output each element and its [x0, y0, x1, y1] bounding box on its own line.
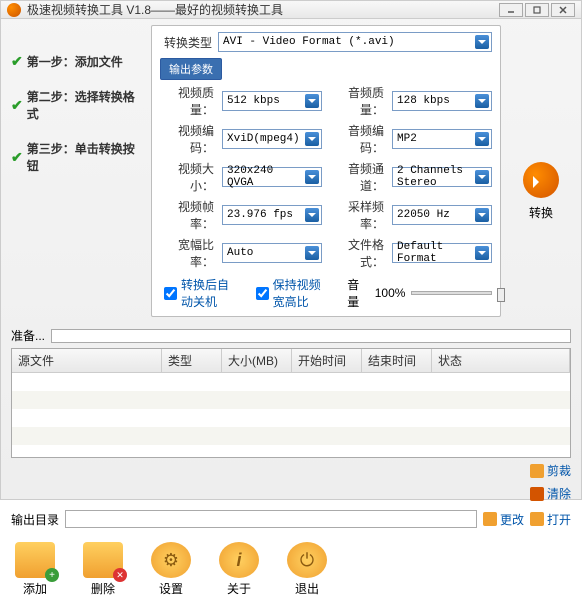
app-icon — [7, 3, 21, 17]
settings-button[interactable]: 设置 — [151, 542, 191, 597]
step-3: ✔第三步：单击转换按钮 — [11, 140, 141, 174]
volume-label: 音量 — [347, 276, 368, 310]
crop-button[interactable]: 剪裁 — [530, 462, 571, 479]
keep-ratio-checkbox[interactable]: 保持视频宽高比 — [256, 276, 330, 310]
shutdown-label: 转换后自动关机 — [181, 276, 238, 310]
keep-ratio-label: 保持视频宽高比 — [273, 276, 330, 310]
maximize-button[interactable] — [525, 3, 549, 17]
progress-bar — [51, 329, 571, 343]
sample-rate-dropdown[interactable]: 22050 Hz — [392, 205, 492, 225]
video-quality-label: 视频质量： — [160, 84, 214, 118]
file-table: 源文件 类型 大小(MB) 开始时间 结束时间 状态 — [11, 348, 571, 458]
check-icon: ✔ — [11, 53, 23, 70]
audio-channel-dropdown[interactable]: 2 Channels Stereo — [392, 167, 492, 187]
delete-button[interactable]: 删除 — [83, 542, 123, 597]
folder-icon — [483, 512, 497, 526]
change-dir-button[interactable]: 更改 — [483, 511, 524, 528]
shutdown-checkbox[interactable]: 转换后自动关机 — [164, 276, 238, 310]
file-format-dropdown[interactable]: Default Format — [392, 243, 492, 263]
col-start[interactable]: 开始时间 — [292, 349, 362, 372]
check-icon: ✔ — [11, 149, 23, 166]
add-button[interactable]: 添加 — [15, 542, 55, 597]
open-icon — [530, 512, 544, 526]
info-icon — [219, 542, 259, 578]
audio-channel-label: 音频通道： — [330, 160, 384, 194]
output-dir-field[interactable] — [65, 510, 477, 528]
aspect-label: 宽幅比率： — [160, 236, 214, 270]
delete-icon — [83, 542, 123, 578]
power-icon — [287, 542, 327, 578]
minimize-button[interactable] — [499, 3, 523, 17]
settings-panel: 转换类型 AVI - Video Format (*.avi) 输出参数 视频质… — [151, 25, 501, 317]
convert-icon[interactable] — [523, 162, 559, 198]
convert-label: 转换 — [529, 204, 553, 221]
col-end[interactable]: 结束时间 — [362, 349, 432, 372]
table-body[interactable] — [12, 373, 570, 458]
crop-icon — [530, 464, 544, 478]
output-label: 输出目录 — [11, 511, 59, 528]
convert-type-dropdown[interactable]: AVI - Video Format (*.avi) — [218, 32, 492, 52]
window-title: 极速视频转换工具 V1.8——最好的视频转换工具 — [27, 1, 499, 18]
volume-slider[interactable] — [411, 291, 492, 295]
video-codec-label: 视频编码： — [160, 122, 214, 156]
video-size-label: 视频大小： — [160, 160, 214, 194]
type-label: 转换类型 — [160, 34, 212, 51]
exit-button[interactable]: 退出 — [287, 542, 327, 597]
col-status[interactable]: 状态 — [432, 349, 570, 372]
aspect-dropdown[interactable]: Auto — [222, 243, 322, 263]
video-codec-dropdown[interactable]: XviD(mpeg4) — [222, 129, 322, 149]
step-2-label: 第二步：选择转换格式 — [27, 88, 141, 122]
app-window: 极速视频转换工具 V1.8——最好的视频转换工具 ✔第一步：添加文件 ✔第二步：… — [0, 0, 582, 500]
titlebar: 极速视频转换工具 V1.8——最好的视频转换工具 — [1, 1, 581, 19]
volume-value: 100% — [375, 286, 406, 300]
check-icon: ✔ — [11, 97, 23, 114]
sample-rate-label: 采样频率： — [330, 198, 384, 232]
window-controls — [499, 3, 575, 17]
about-button[interactable]: 关于 — [219, 542, 259, 597]
audio-codec-label: 音频编码： — [330, 122, 384, 156]
convert-section: 转换 — [511, 25, 571, 317]
col-size[interactable]: 大小(MB) — [222, 349, 292, 372]
content-area: ✔第一步：添加文件 ✔第二步：选择转换格式 ✔第三步：单击转换按钮 转换类型 A… — [1, 19, 581, 603]
video-size-dropdown[interactable]: 320x240 QVGA — [222, 167, 322, 187]
clear-icon — [530, 487, 544, 501]
step-1: ✔第一步：添加文件 — [11, 53, 141, 70]
bottom-toolbar: 添加 删除 设置 关于 退出 — [11, 536, 571, 597]
step-2: ✔第二步：选择转换格式 — [11, 88, 141, 122]
prepare-label: 准备... — [11, 327, 45, 344]
step-1-label: 第一步：添加文件 — [27, 53, 123, 70]
audio-quality-label: 音频质量： — [330, 84, 384, 118]
video-quality-dropdown[interactable]: 512 kbps — [222, 91, 322, 111]
file-format-label: 文件格式： — [330, 236, 384, 270]
tab-output-params[interactable]: 输出参数 — [160, 58, 222, 80]
col-source[interactable]: 源文件 — [12, 349, 162, 372]
video-fps-dropdown[interactable]: 23.976 fps — [222, 205, 322, 225]
open-dir-button[interactable]: 打开 — [530, 511, 571, 528]
close-button[interactable] — [551, 3, 575, 17]
audio-quality-dropdown[interactable]: 128 kbps — [392, 91, 492, 111]
steps-panel: ✔第一步：添加文件 ✔第二步：选择转换格式 ✔第三步：单击转换按钮 — [11, 25, 141, 317]
add-icon — [15, 542, 55, 578]
clear-button[interactable]: 清除 — [530, 485, 571, 502]
video-fps-label: 视频帧率： — [160, 198, 214, 232]
col-type[interactable]: 类型 — [162, 349, 222, 372]
step-3-label: 第三步：单击转换按钮 — [27, 140, 141, 174]
audio-codec-dropdown[interactable]: MP2 — [392, 129, 492, 149]
gear-icon — [151, 542, 191, 578]
